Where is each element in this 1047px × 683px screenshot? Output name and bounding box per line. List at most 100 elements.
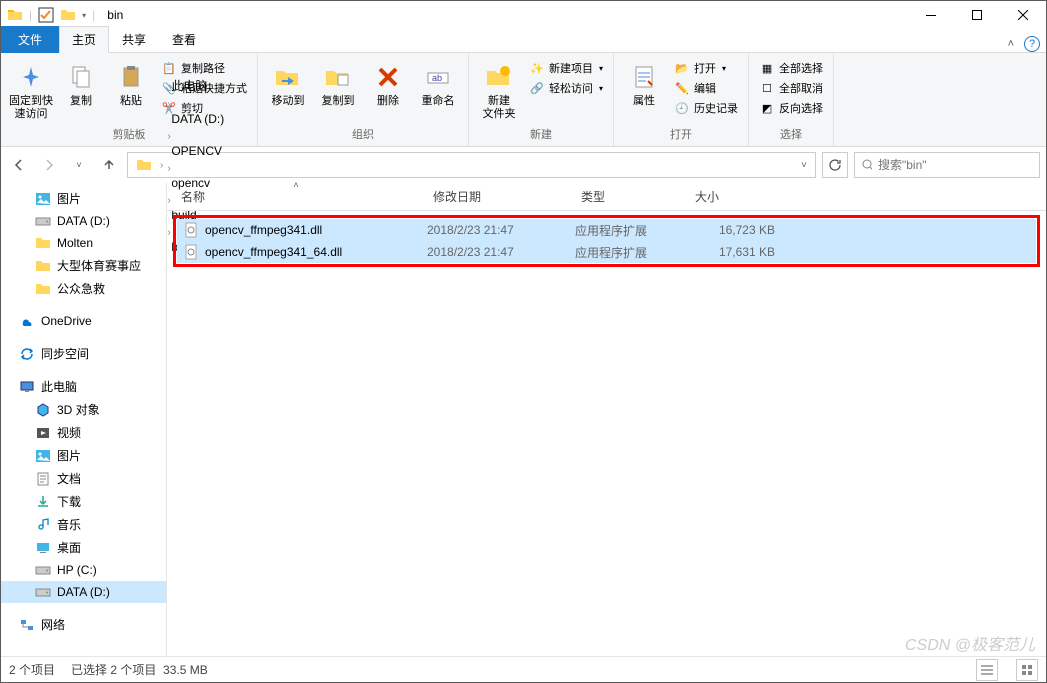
sidebar-item-HP (C:)[interactable]: HP (C:)	[1, 559, 166, 581]
group-select-label: 选择	[780, 126, 802, 144]
search-input[interactable]	[878, 158, 1033, 172]
nav-forward-button[interactable]	[37, 153, 61, 177]
thispc-icon	[19, 379, 35, 395]
sidebar-item-DATA (D:)[interactable]: DATA (D:)	[1, 581, 166, 603]
group-clipboard-label: 剪贴板	[113, 126, 146, 144]
sidebar-item-label: OneDrive	[41, 314, 92, 328]
download-icon	[35, 494, 51, 510]
file-row[interactable]: opencv_ffmpeg341.dll2018/2/23 21:47应用程序扩…	[177, 219, 1036, 241]
open-button[interactable]: 📂打开▾	[670, 59, 742, 77]
sidebar-item-网络[interactable]: 网络	[1, 613, 166, 636]
sidebar-item-label: DATA (D:)	[57, 214, 110, 228]
copy-button[interactable]: 复制	[57, 59, 105, 110]
history-button[interactable]: 🕘历史记录	[670, 99, 742, 117]
select-invert-button[interactable]: ◩反向选择	[755, 99, 827, 117]
chevron-right-icon[interactable]: ›	[165, 131, 172, 142]
sidebar-item-label: Molten	[57, 236, 93, 250]
network-icon	[19, 617, 35, 633]
minimize-button[interactable]	[908, 1, 954, 29]
status-bar: 2 个项目 已选择 2 个项目 33.5 MB	[1, 656, 1046, 682]
crumb-OPENCV[interactable]: OPENCV	[165, 142, 230, 160]
sidebar-item-图片[interactable]: 图片	[1, 187, 166, 210]
sidebar-item-文档[interactable]: 文档	[1, 467, 166, 490]
sidebar-item-下载[interactable]: 下载	[1, 490, 166, 513]
sidebar-item-label: 下载	[57, 493, 81, 510]
breadcrumb-bar[interactable]: › 此电脑›DATA (D:)›OPENCV›opencv›build›bin …	[127, 152, 816, 178]
picture-icon	[35, 448, 51, 464]
tab-file[interactable]: 文件	[1, 26, 59, 53]
col-type-header[interactable]: 类型	[573, 184, 687, 209]
music-icon	[35, 517, 51, 533]
properties-button[interactable]: 属性	[620, 59, 668, 110]
file-name: opencv_ffmpeg341.dll	[205, 223, 322, 237]
sidebar-item-公众急救[interactable]: 公众急救	[1, 277, 166, 300]
edit-button[interactable]: ✏️编辑	[670, 79, 742, 97]
nav-up-button[interactable]	[97, 153, 121, 177]
paste-button[interactable]: 粘贴	[107, 59, 155, 110]
sidebar-item-label: 网络	[41, 616, 65, 633]
folder-icon[interactable]	[130, 155, 158, 175]
col-name-header[interactable]: 名称˄	[167, 184, 425, 209]
sidebar-item-OneDrive[interactable]: OneDrive	[1, 310, 166, 332]
nav-recent-button[interactable]: ˅	[67, 153, 91, 177]
pin-quickaccess-button[interactable]: 固定到快 速访问	[7, 59, 55, 123]
sidebar-item-大型体育赛事应[interactable]: 大型体育赛事应	[1, 254, 166, 277]
refresh-button[interactable]	[822, 152, 848, 178]
file-type: 应用程序扩展	[575, 244, 689, 261]
nav-back-button[interactable]	[7, 153, 31, 177]
copyto-button[interactable]: 复制到	[314, 59, 362, 110]
sidebar-item-桌面[interactable]: 桌面	[1, 536, 166, 559]
tab-view[interactable]: 查看	[159, 26, 209, 53]
tab-share[interactable]: 共享	[109, 26, 159, 53]
dropdown-caret-icon[interactable]: ▾	[82, 11, 86, 20]
large-icons-view-button[interactable]	[1016, 659, 1038, 681]
group-organize-label: 组织	[352, 126, 374, 144]
sidebar-item-图片[interactable]: 图片	[1, 444, 166, 467]
details-view-button[interactable]	[976, 659, 998, 681]
sidebar-item-视频[interactable]: 视频	[1, 421, 166, 444]
maximize-button[interactable]	[954, 1, 1000, 29]
sidebar-item-label: 大型体育赛事应	[57, 257, 141, 274]
sidebar-item-label: 图片	[57, 447, 81, 464]
chevron-right-icon[interactable]: ›	[165, 99, 172, 110]
close-button[interactable]	[1000, 1, 1046, 29]
delete-button[interactable]: 删除	[364, 59, 412, 110]
sidebar-item-Molten[interactable]: Molten	[1, 232, 166, 254]
chevron-right-icon[interactable]: ›	[158, 160, 165, 171]
sidebar-item-DATA (D:)[interactable]: DATA (D:)	[1, 210, 166, 232]
crumb-此电脑[interactable]: 此电脑	[165, 75, 230, 96]
column-headers: 名称˄ 修改日期 类型 大小	[167, 183, 1046, 211]
crumb-DATA (D:)[interactable]: DATA (D:)	[165, 110, 230, 128]
select-none-button[interactable]: ☐全部取消	[755, 79, 827, 97]
col-date-header[interactable]: 修改日期	[425, 184, 573, 209]
folder-dropdown-icon[interactable]	[60, 7, 76, 23]
sidebar-item-音乐[interactable]: 音乐	[1, 513, 166, 536]
checkbox-icon[interactable]	[38, 7, 54, 23]
easy-access-button[interactable]: 🔗轻松访问▾	[525, 79, 607, 97]
search-box[interactable]	[854, 152, 1040, 178]
tab-home[interactable]: 主页	[59, 26, 109, 53]
new-item-button[interactable]: ✨新建项目▾	[525, 59, 607, 77]
collapse-ribbon-icon[interactable]: ˄	[1008, 38, 1014, 50]
sidebar-item-label: 桌面	[57, 539, 81, 556]
moveto-button[interactable]: 移动到	[264, 59, 312, 110]
sidebar-item-此电脑[interactable]: 此电脑	[1, 375, 166, 398]
col-size-header[interactable]: 大小	[687, 184, 797, 209]
address-dropdown-icon[interactable]: ˅	[795, 160, 813, 171]
chevron-right-icon[interactable]: ›	[165, 163, 172, 174]
divider: |	[29, 8, 32, 22]
folder-icon	[35, 258, 51, 274]
new-folder-button[interactable]: 新建 文件夹	[475, 59, 523, 123]
rename-button[interactable]: ab重命名	[414, 59, 462, 110]
selected-count: 已选择 2 个项目 33.5 MB	[71, 661, 208, 678]
sort-ascending-icon: ˄	[293, 180, 298, 190]
file-row[interactable]: opencv_ffmpeg341_64.dll2018/2/23 21:47应用…	[177, 241, 1036, 263]
help-icon[interactable]: ?	[1024, 36, 1040, 52]
group-open-label: 打开	[670, 126, 692, 144]
sidebar-item-同步空间[interactable]: 同步空间	[1, 342, 166, 365]
sync-icon	[19, 346, 35, 362]
navigation-pane[interactable]: 图片 DATA (D:) Molten 大型体育赛事应公众急救 OneDrive 同步空间…	[1, 183, 167, 656]
select-all-button[interactable]: ▦全部选择	[755, 59, 827, 77]
sidebar-item-label: 音乐	[57, 516, 81, 533]
sidebar-item-3D 对象[interactable]: 3D 对象	[1, 398, 166, 421]
